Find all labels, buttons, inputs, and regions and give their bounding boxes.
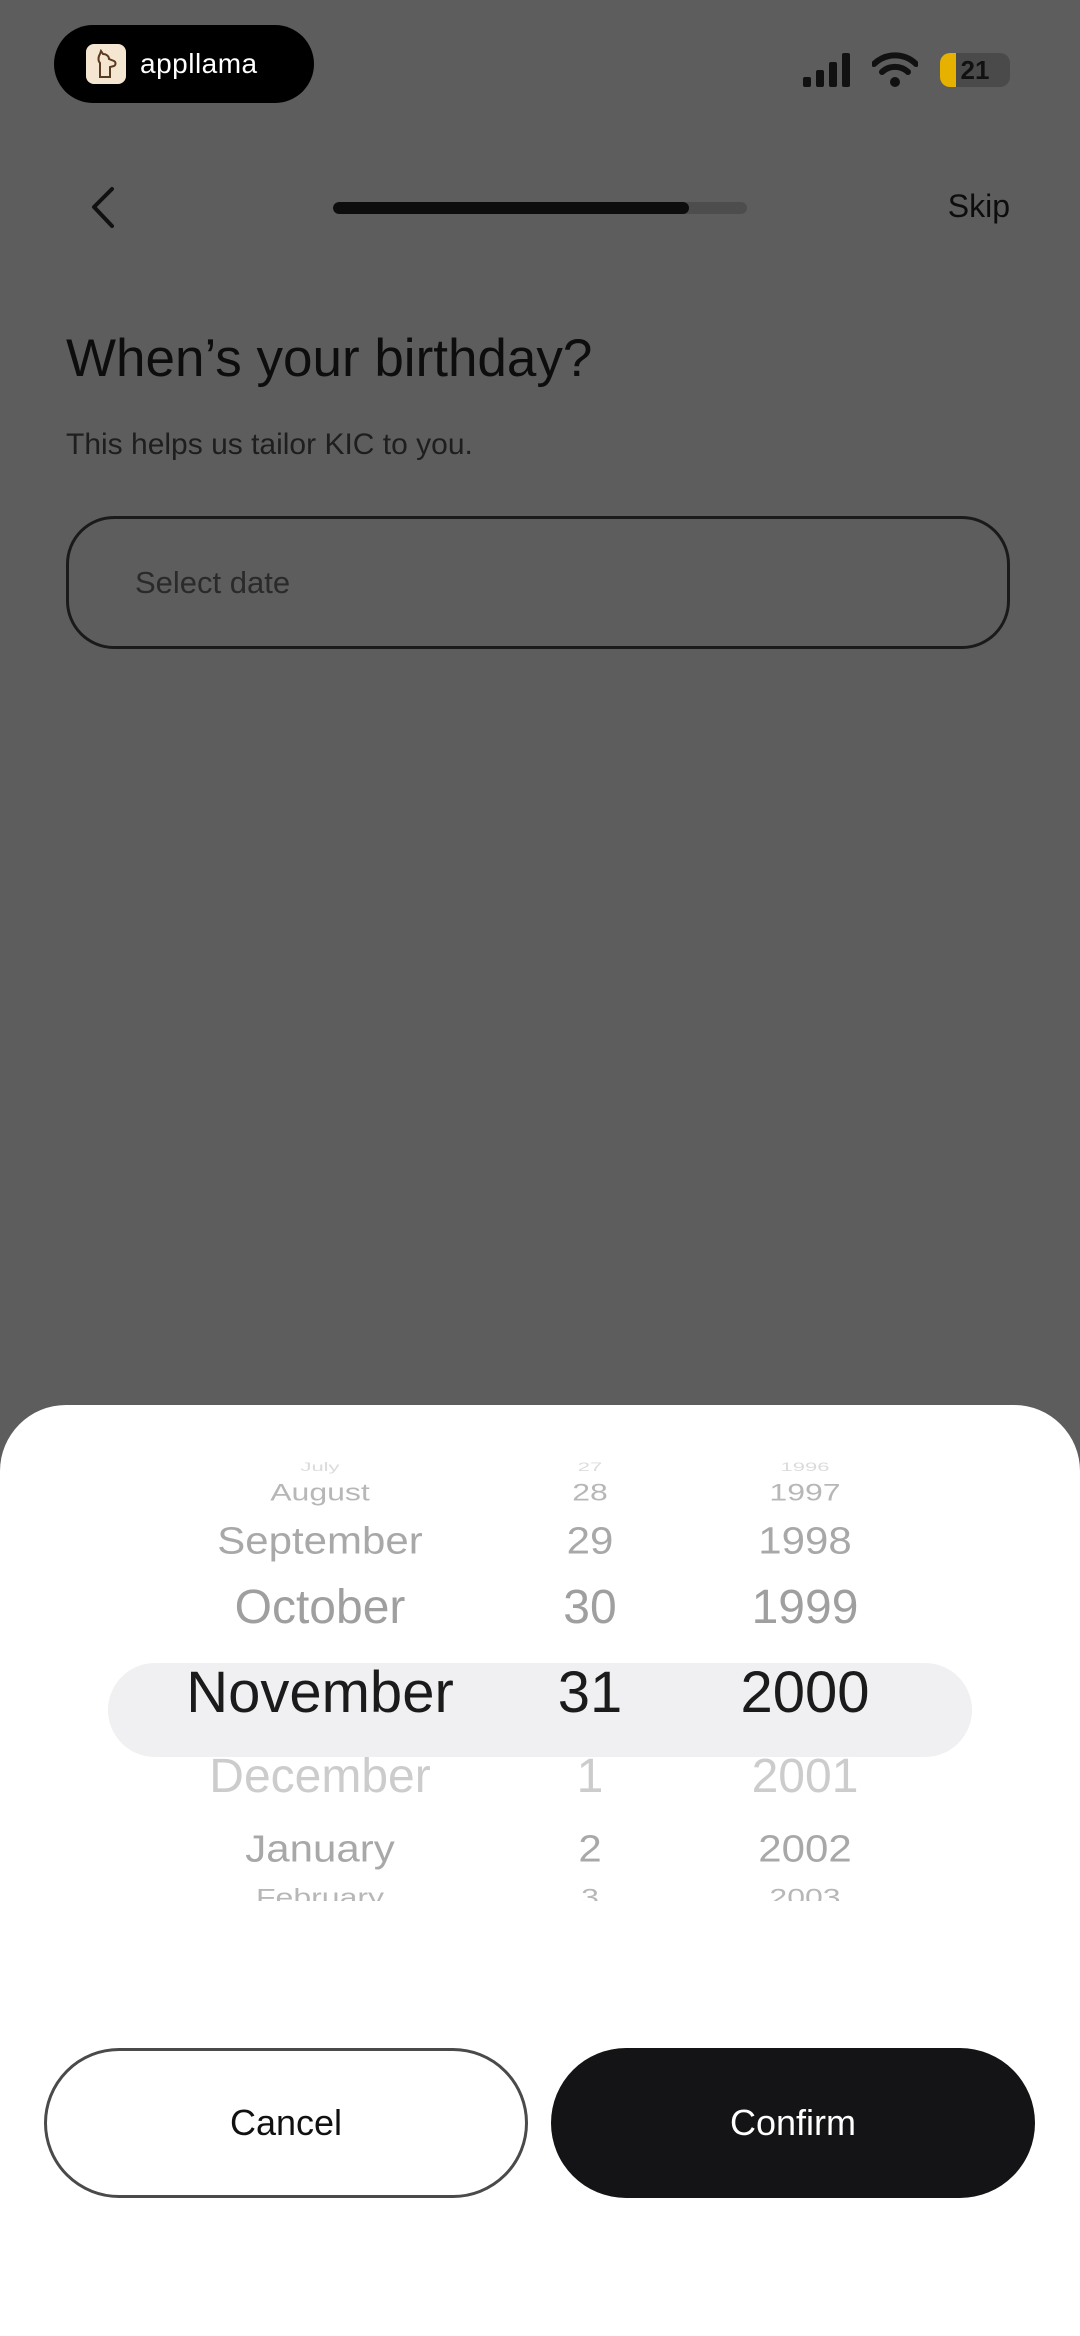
year-wheel[interactable]: 199619971998199920002001200220032004 [690, 1455, 920, 1901]
cellular-signal-icon [803, 53, 850, 87]
year-option[interactable]: 2002 [690, 1827, 920, 1870]
year-option[interactable]: 2003 [690, 1883, 920, 1902]
year-option[interactable]: 1997 [690, 1478, 920, 1507]
skip-button[interactable]: Skip [948, 188, 1010, 225]
page-subtitle: This helps us tailor KIC to you. [66, 428, 473, 461]
month-wheel[interactable]: July August September October November Decemb… [140, 1455, 500, 1901]
month-option[interactable]: February [140, 1883, 500, 1902]
day-option[interactable]: 30 [520, 1581, 660, 1635]
date-picker: July August September October November Decemb… [0, 1455, 1080, 1901]
battery-icon: 21 [940, 53, 1010, 87]
llama-logo-icon [86, 44, 126, 84]
onboarding-progress-bar [333, 202, 747, 214]
month-option[interactable]: December [140, 1750, 500, 1804]
year-option[interactable]: 1998 [690, 1519, 920, 1562]
month-option[interactable]: September [140, 1519, 500, 1562]
month-option[interactable]: July [140, 1459, 500, 1474]
wifi-icon [872, 52, 918, 87]
day-option[interactable]: 29 [520, 1519, 660, 1562]
brand-name: appllama [140, 48, 258, 79]
month-option[interactable]: November [140, 1661, 500, 1725]
year-option[interactable]: 2001 [690, 1750, 920, 1804]
month-option[interactable]: August [140, 1478, 500, 1507]
year-option[interactable]: 1996 [690, 1459, 920, 1474]
day-option[interactable]: 2 [520, 1827, 660, 1870]
page-title: When’s your birthday? [66, 329, 593, 388]
status-icons: 21 [803, 52, 1010, 88]
day-option[interactable]: 28 [520, 1478, 660, 1507]
day-wheel[interactable]: 27282930311234 [520, 1455, 660, 1901]
year-option[interactable]: 2000 [690, 1661, 920, 1725]
cancel-button[interactable]: Cancel [44, 2048, 528, 2198]
app-badge: appllama [54, 25, 314, 103]
year-option[interactable]: 1999 [690, 1581, 920, 1635]
month-option[interactable]: October [140, 1581, 500, 1635]
day-option[interactable]: 1 [520, 1750, 660, 1804]
date-field[interactable]: Select date [66, 516, 1010, 649]
date-field-placeholder: Select date [135, 564, 291, 600]
progress-fill [333, 202, 690, 214]
day-option[interactable]: 3 [520, 1883, 660, 1902]
confirm-button[interactable]: Confirm [551, 2048, 1035, 2198]
day-option[interactable]: 27 [520, 1459, 660, 1474]
day-option[interactable]: 31 [520, 1661, 660, 1725]
month-option[interactable]: January [140, 1827, 500, 1870]
back-chevron-icon[interactable] [84, 185, 124, 230]
battery-level: 21 [960, 54, 990, 85]
